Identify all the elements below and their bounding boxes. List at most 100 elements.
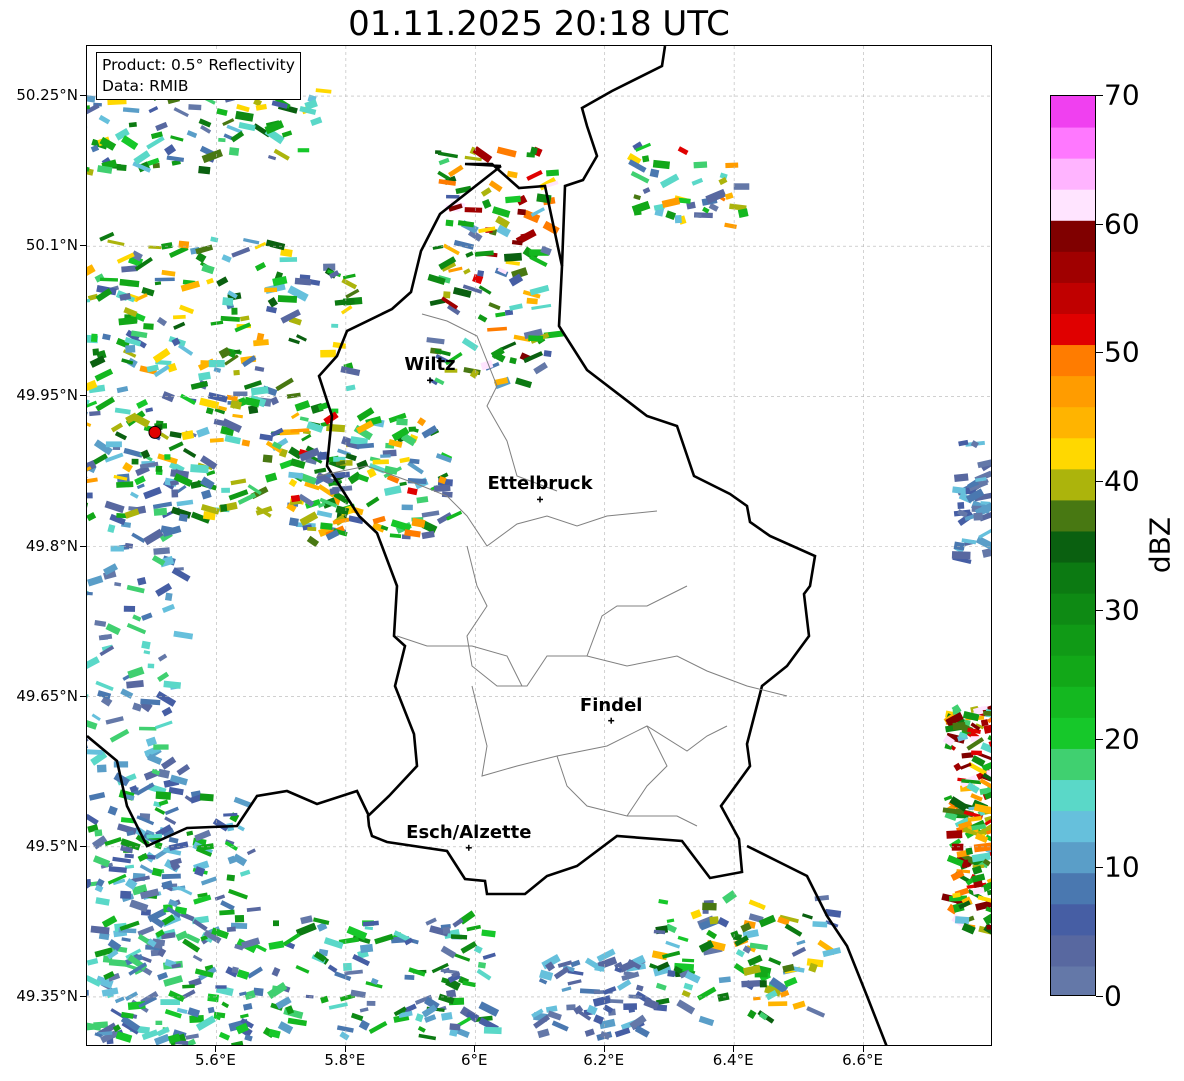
echo-cell <box>220 504 228 512</box>
echo-cell <box>95 897 110 906</box>
echo-cell <box>152 501 173 510</box>
echo-cell <box>87 575 104 587</box>
echo-cell <box>92 348 100 356</box>
echo-cell <box>210 236 219 243</box>
echo-cell <box>198 371 211 381</box>
colorbar <box>1050 95 1096 996</box>
echo-cell <box>237 825 245 832</box>
echo-cell <box>649 168 660 178</box>
echo-cell <box>452 917 464 928</box>
latitude-tick-label: 49.5°N <box>25 836 78 855</box>
echo-cell <box>168 836 179 844</box>
echo-cell <box>123 605 136 612</box>
echo-cell <box>87 264 96 280</box>
echo-cell <box>153 744 169 750</box>
echo-cell <box>697 986 717 1001</box>
echo-cell <box>201 489 212 500</box>
echo-cell <box>461 337 479 352</box>
echo-cell <box>107 805 118 816</box>
echo-cell <box>105 441 122 448</box>
echo-cell <box>747 954 763 967</box>
echo-cell <box>253 339 269 347</box>
echo-cell <box>134 475 146 486</box>
longitude-tick <box>733 1046 735 1052</box>
colorbar-segment <box>1051 468 1095 501</box>
echo-cell <box>509 357 517 365</box>
belgium-germany-border <box>560 46 667 267</box>
colorbar-tick-label: 20 <box>1104 722 1140 756</box>
echo-cell <box>417 1025 426 1033</box>
echo-cell <box>87 749 103 756</box>
echo-cell <box>232 853 248 867</box>
echo-cell <box>177 343 194 356</box>
echo-cell <box>396 418 408 426</box>
echo-cell <box>628 994 639 999</box>
colorbar-tick-label: 70 <box>1104 78 1140 112</box>
echo-cell <box>141 640 151 650</box>
echo-cell <box>207 993 220 1003</box>
echo-cell <box>141 612 153 621</box>
echo-cell <box>279 257 298 263</box>
echo-cell <box>287 1017 308 1027</box>
echo-cell <box>450 934 468 940</box>
echo-cell <box>533 362 548 375</box>
echo-cell <box>242 1003 253 1011</box>
echo-cell <box>87 813 99 826</box>
echo-cell <box>87 298 91 305</box>
echo-cell <box>464 207 483 213</box>
echo-cell <box>122 461 133 473</box>
colorbar-segment <box>1051 593 1095 625</box>
echo-cell <box>702 206 710 214</box>
echo-cell <box>372 515 386 525</box>
echo-cell <box>226 874 236 882</box>
echo-cell <box>186 830 194 836</box>
echo-cell <box>241 439 251 447</box>
echo-cell <box>290 494 301 503</box>
echo-cell <box>978 527 991 539</box>
echo-cell <box>231 1040 244 1045</box>
echo-cell <box>87 492 93 499</box>
echo-cell <box>477 961 487 969</box>
latitude-tick <box>80 95 86 97</box>
echo-cell <box>151 555 166 566</box>
echo-cell <box>87 719 98 730</box>
echo-cell <box>350 1012 364 1022</box>
echo-cell <box>399 456 411 464</box>
echo-cell <box>426 337 445 345</box>
colorbar-tick-label: 50 <box>1104 335 1140 369</box>
echo-cell <box>331 323 339 328</box>
echo-cell <box>129 899 149 913</box>
echo-cell <box>220 315 240 322</box>
echo-cell <box>526 169 543 181</box>
echo-cell <box>326 423 346 433</box>
colorbar-segment <box>1051 158 1095 190</box>
echo-cell <box>145 407 154 413</box>
echo-cell <box>665 210 677 221</box>
echo-cell <box>216 108 228 116</box>
echo-cell <box>951 551 971 560</box>
latitude-tick-label: 49.35°N <box>16 986 78 1005</box>
echo-cell <box>515 377 533 389</box>
echo-cell <box>415 1013 424 1023</box>
map-title: 01.11.2025 20:18 UTC <box>348 4 730 44</box>
echo-cell <box>543 350 552 358</box>
echo-cell <box>173 107 189 118</box>
echo-cell <box>517 208 526 216</box>
echo-cell <box>288 337 300 345</box>
echo-cell <box>236 104 250 113</box>
echo-cell <box>164 816 177 825</box>
echo-cell <box>301 433 312 442</box>
echo-cell <box>425 917 437 926</box>
echo-cell <box>169 431 182 439</box>
echo-cell <box>127 666 145 679</box>
echo-cell <box>759 980 767 988</box>
echo-cell <box>401 504 413 511</box>
colorbar-tick-label: 10 <box>1104 850 1140 884</box>
echo-cell <box>176 764 191 776</box>
latitude-tick <box>80 695 86 697</box>
echo-cell <box>449 1023 461 1031</box>
echo-cell <box>153 1033 170 1045</box>
city-label: Ettelbruck <box>487 473 593 495</box>
echo-cell <box>231 307 238 315</box>
colorbar-segment <box>1051 624 1095 656</box>
